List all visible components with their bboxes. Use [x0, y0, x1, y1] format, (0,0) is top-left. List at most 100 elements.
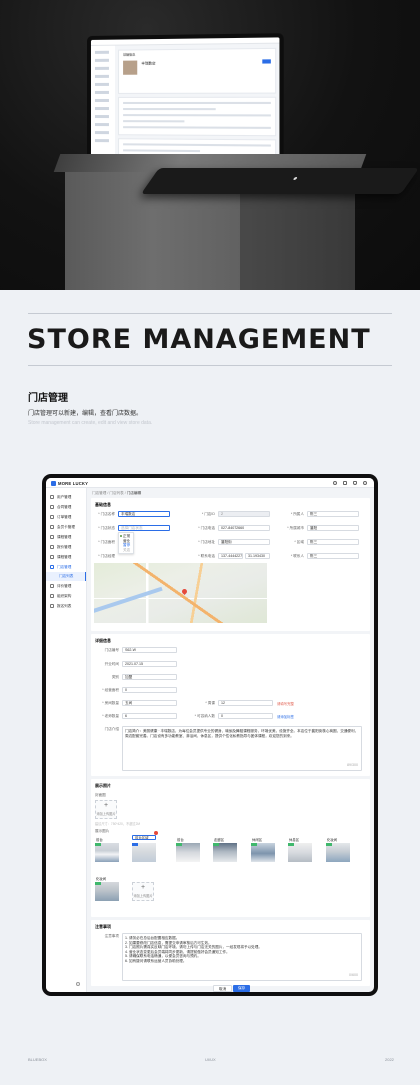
card-photos: 展示照片 封面图 + 添加上传图片 建议尺寸：750*420，不超过2M 展示图…	[91, 779, 370, 917]
photo-title: 前台	[177, 838, 184, 842]
divider-bottom	[28, 365, 392, 366]
sidebar-item-courses-2[interactable]: 课程管理	[46, 552, 86, 562]
input-open-date[interactable]: 2021.07.15	[122, 661, 177, 667]
input-capacity[interactable]: 0	[218, 713, 273, 719]
input-district[interactable]: 陈三	[307, 539, 359, 545]
input-teachers[interactable]: 6	[122, 713, 177, 719]
card-icon	[50, 525, 54, 529]
hint-discount: 请填写完整	[277, 702, 294, 706]
sidebar-item-quotes[interactable]: 报价管理	[46, 542, 86, 552]
delete-icon[interactable]	[154, 831, 158, 835]
sidebar-label: 用户管理	[57, 495, 72, 499]
mini-sidebar	[90, 45, 116, 169]
collapse-icon[interactable]	[76, 982, 80, 986]
quote-icon	[50, 545, 54, 549]
logo-text: MORE LUCKY	[58, 481, 89, 486]
sidebar-item-contracts[interactable]: 合同管理	[46, 502, 86, 512]
label-store-area: * 门店面积	[98, 540, 115, 544]
input-manager-phone[interactable]: 137-44442277	[218, 553, 243, 559]
sidebar-item-users[interactable]: 用户管理	[46, 492, 86, 502]
sidebar-label: 报价管理	[57, 545, 72, 549]
map-pin-icon[interactable]	[180, 587, 189, 596]
sidebar-label: 报名列表	[57, 604, 72, 608]
sidebar-subitem-store-list[interactable]: 门店列表	[46, 572, 86, 581]
intro-text: 门店简介：美丽健康 · 丰瑞数店，为每位会员提供专业的健身、瑜伽及舞蹈课程服务，…	[125, 729, 359, 738]
input-contact[interactable]: 陈三	[307, 553, 359, 559]
user-icon[interactable]	[363, 481, 367, 485]
cover-upload[interactable]: + 添加上传图片	[95, 800, 117, 819]
input-store-id[interactable]: 2	[218, 511, 270, 517]
photo-title: 化妆间	[327, 838, 338, 842]
photo-thumb[interactable]: 化妆间	[326, 838, 350, 862]
label-capacity: * 可容纳人数	[194, 714, 215, 718]
mini-button	[262, 59, 271, 64]
sidebar-item-membership[interactable]: 会员卡管理	[46, 522, 86, 532]
label-store-status: * 门店状态	[98, 526, 115, 530]
bell-icon[interactable]	[353, 481, 357, 485]
save-button[interactable]: 保存	[233, 985, 251, 992]
select-store-status[interactable]: 选择门店状态	[118, 525, 170, 531]
photo-thumb[interactable]: 前台	[176, 838, 200, 862]
sidebar-item-org[interactable]: 组织架构	[46, 591, 86, 601]
label-store-code: 门店编号	[104, 648, 119, 652]
photo-thumb[interactable]: 休闲区	[251, 838, 275, 862]
hint-capacity[interactable]: 请添加标签	[277, 714, 294, 719]
grid-icon[interactable]	[343, 481, 347, 485]
photo-thumb-editing[interactable]: 前台区域	[132, 831, 158, 862]
photo-thumb[interactable]: 化妆间	[95, 877, 119, 901]
photo-tag	[95, 882, 101, 885]
breadcrumb-path[interactable]: 门店管理 / 门店列表 /	[92, 491, 127, 495]
label-discount: * 周课	[205, 701, 215, 705]
cover-hint: 建议尺寸：750*420，不超过2M	[95, 822, 140, 826]
sidebar-label: 课程管理	[57, 555, 72, 559]
label-city: * 所属城市	[287, 526, 304, 530]
laptop-base	[140, 168, 420, 194]
photo-thumb[interactable]: 走廊区	[213, 838, 237, 862]
sidebar-label: 订单管理	[57, 515, 72, 519]
input-rooms[interactable]: 五间	[122, 700, 177, 706]
card-heading: 详细信息	[95, 638, 111, 643]
input-zip[interactable]: 31.193430	[245, 553, 270, 559]
sidebar-item-courses[interactable]: 课程管理	[46, 532, 86, 542]
label-type: 类别	[111, 675, 119, 679]
input-store-phone[interactable]: 027-84072660	[218, 525, 270, 531]
tablet-mockup: MORE LUCKY 用户管理 合同管理 订单管理 会员卡管理 课程管理 报价管…	[42, 474, 378, 996]
sidebar-item-signups[interactable]: 报名列表	[46, 601, 86, 611]
store-map[interactable]	[94, 563, 267, 623]
input-store-code[interactable]: S62-W	[122, 647, 177, 653]
label-store-phone: * 门店电话	[198, 526, 215, 530]
photo-thumb[interactable]: 休息区	[288, 838, 312, 862]
intro-counter: 89/300	[347, 763, 358, 768]
label-store-manager: * 门店经理	[98, 554, 115, 558]
option-label: 正常	[123, 534, 131, 538]
select-type[interactable]: 加盟	[122, 674, 177, 680]
textarea-notes[interactable]: 1. 请务必在总后台配置相应数据。 2. 如果要修改门店信息，需提交申请审核后方…	[122, 933, 362, 981]
input-discount[interactable]: 12	[218, 700, 273, 706]
sidebar-item-reviews[interactable]: 评价管理	[46, 581, 86, 591]
input-store-address[interactable]: 襄阳街	[218, 539, 270, 545]
divider-top	[28, 313, 392, 314]
sidebar-item-orders[interactable]: 订单管理	[46, 512, 86, 522]
input-store-name[interactable]: 丰瑞数店	[118, 511, 170, 517]
label-owner: * 所属人	[290, 512, 304, 516]
textarea-intro[interactable]: 门店简介：美丽健康 · 丰瑞数店，为每位会员提供专业的健身、瑜伽及舞蹈课程服务，…	[122, 726, 362, 771]
input-city[interactable]: 襄阳	[307, 525, 359, 531]
gallery-upload[interactable]: + 添加上传图片	[132, 882, 154, 901]
photo-thumb[interactable]: 前台	[95, 838, 119, 862]
search-icon[interactable]	[333, 481, 337, 485]
card-notes: 注意事项 注意事项 1. 请务必在总后台配置相应数据。 2. 如果要修改门店信息…	[91, 920, 370, 986]
status-option[interactable]: 关店	[119, 548, 133, 553]
sidebar-item-stores[interactable]: 门店管理	[46, 562, 86, 572]
label-area: * 经营面积	[102, 688, 119, 692]
org-icon	[50, 594, 54, 598]
footer-center: UI/UX	[205, 1057, 216, 1062]
plus-icon: +	[140, 884, 146, 891]
input-area[interactable]: 0	[122, 687, 177, 693]
map-river	[94, 586, 163, 616]
section-title: 门店管理	[28, 393, 68, 404]
input-owner[interactable]: 陈三	[307, 511, 359, 517]
cancel-button[interactable]: 取消	[213, 985, 233, 992]
photo-title-input[interactable]: 前台区域	[132, 835, 156, 840]
main-content: 门店管理 / 门店列表 / 门店编辑 基础信息 * 门店名称 丰瑞数店 * 门店…	[90, 488, 371, 992]
card-basic-info: 基础信息 * 门店名称 丰瑞数店 * 门店ID 2 * 所属人 陈三 * 门店状…	[91, 498, 370, 631]
